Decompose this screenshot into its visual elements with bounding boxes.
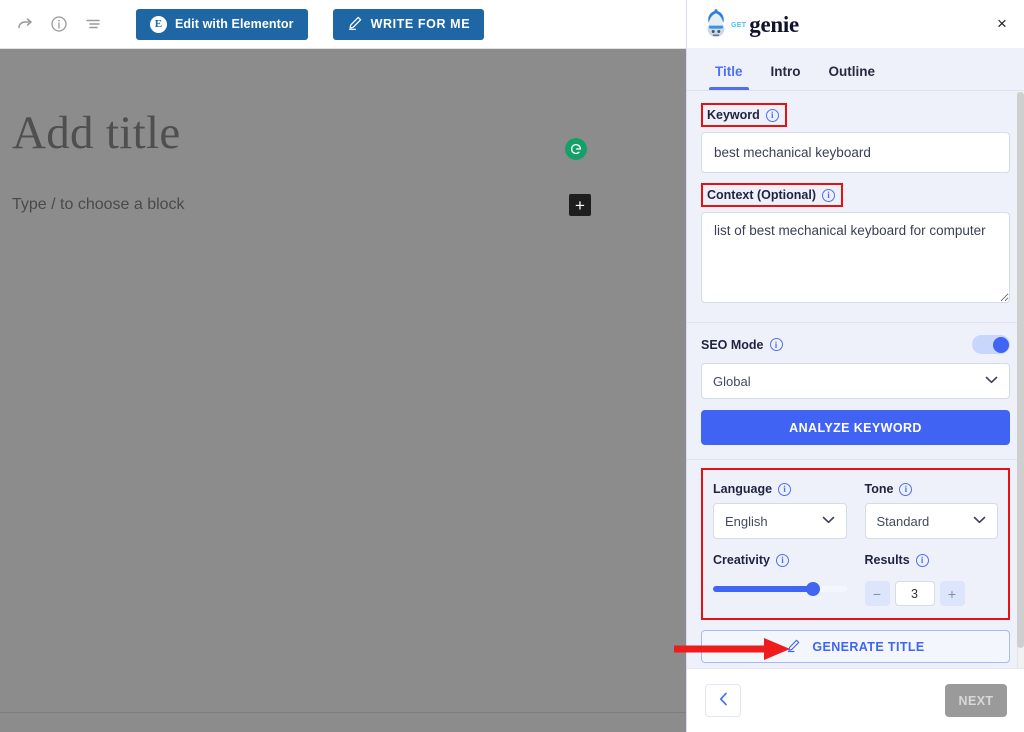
creativity-label-text: Creativity xyxy=(713,553,770,567)
close-icon[interactable]: × xyxy=(992,14,1012,34)
panel-scrollbar[interactable] xyxy=(1017,92,1024,668)
results-label-text: Results xyxy=(864,553,910,567)
redo-arrow-icon[interactable] xyxy=(8,7,42,41)
seo-country-value: Global xyxy=(713,373,751,389)
creativity-slider-fill xyxy=(713,586,814,592)
panel-footer: NEXT xyxy=(687,668,1024,732)
creativity-slider[interactable] xyxy=(713,582,847,596)
info-icon[interactable]: i xyxy=(765,108,779,122)
getgenie-panel: GET genie × Title Intro Outline Keyword … xyxy=(686,0,1024,732)
seo-mode-label: SEO Mode i xyxy=(701,338,783,352)
keyword-label: Keyword i xyxy=(707,108,779,122)
edit-with-elementor-button[interactable]: E Edit with Elementor xyxy=(136,8,308,40)
plus-icon: + xyxy=(575,195,585,215)
editor-canvas[interactable]: Add title Type / to choose a block + xyxy=(0,49,686,712)
tab-outline[interactable]: Outline xyxy=(815,64,890,90)
chevron-down-icon xyxy=(985,376,998,387)
genie-mascot-icon xyxy=(703,9,729,39)
language-field: Language i English xyxy=(713,480,847,539)
tone-label-text: Tone xyxy=(864,482,894,496)
info-icon[interactable]: i xyxy=(915,553,929,567)
next-button[interactable]: NEXT xyxy=(945,684,1007,717)
seo-country-select[interactable]: Global xyxy=(701,363,1010,399)
language-label: Language i xyxy=(713,482,792,496)
creativity-label: Creativity i xyxy=(713,553,789,567)
back-button[interactable] xyxy=(705,684,741,717)
getgenie-logo[interactable]: GET genie xyxy=(703,9,799,39)
info-icon[interactable]: i xyxy=(899,482,913,496)
tab-intro[interactable]: Intro xyxy=(757,64,815,90)
panel-tabs: Title Intro Outline xyxy=(687,48,1024,91)
results-decrement-button[interactable]: − xyxy=(864,581,890,606)
logo-genie-text: genie xyxy=(749,11,799,37)
creativity-slider-thumb[interactable] xyxy=(806,582,821,596)
creativity-field: Creativity i xyxy=(713,551,847,606)
document-outline-icon[interactable] xyxy=(76,7,110,41)
context-textarea[interactable] xyxy=(701,212,1010,303)
chevron-down-icon xyxy=(973,516,986,527)
seo-mode-label-text: SEO Mode xyxy=(701,337,764,352)
keyword-input[interactable] xyxy=(701,132,1010,173)
info-icon[interactable]: i xyxy=(769,338,783,351)
grammarly-g-icon[interactable] xyxy=(565,138,587,160)
tone-label: Tone i xyxy=(865,482,913,496)
panel-scrollbar-thumb[interactable] xyxy=(1017,92,1024,648)
info-icon[interactable]: i xyxy=(775,553,789,567)
keyword-label-annotation: Keyword i xyxy=(701,103,787,127)
options-annotation-box: Language i English Tone i Standard Creat… xyxy=(701,468,1010,620)
results-label: Results i xyxy=(865,553,929,567)
write-for-me-button[interactable]: WRITE FOR ME xyxy=(332,8,485,40)
keyword-label-text: Keyword xyxy=(707,108,760,122)
panel-header: GET genie × xyxy=(687,0,1024,48)
edit-with-elementor-label: Edit with Elementor xyxy=(175,17,294,31)
analyze-keyword-button[interactable]: ANALYZE KEYWORD xyxy=(701,410,1010,445)
editor-bottom-bar xyxy=(0,712,686,732)
tone-select[interactable]: Standard xyxy=(864,503,998,539)
tone-value: Standard xyxy=(876,513,930,529)
keyword-context-section: Keyword i Context (Optional) i xyxy=(687,91,1024,322)
seo-mode-toggle[interactable] xyxy=(972,335,1010,354)
language-select[interactable]: English xyxy=(713,503,847,539)
logo-get-text: GET xyxy=(731,21,747,29)
pencil-icon xyxy=(347,15,363,34)
editor-toolbar: E Edit with Elementor WRITE FOR ME xyxy=(0,0,686,49)
language-label-text: Language xyxy=(713,482,773,496)
elementor-logo-icon: E xyxy=(150,15,167,33)
language-value: English xyxy=(725,513,768,529)
chevron-left-icon xyxy=(719,692,728,710)
write-for-me-label: WRITE FOR ME xyxy=(370,17,471,31)
results-field: Results i − + xyxy=(864,551,999,606)
info-icon[interactable]: i xyxy=(778,482,792,496)
generate-section: GENERATE TITLE xyxy=(687,620,1024,663)
chevron-down-icon xyxy=(822,516,835,527)
results-value-input[interactable] xyxy=(894,581,935,606)
wordpress-editor-pane: E Edit with Elementor WRITE FOR ME Add t… xyxy=(0,0,686,732)
post-title-placeholder[interactable]: Add title xyxy=(12,110,181,157)
screen-root: E Edit with Elementor WRITE FOR ME Add t… xyxy=(0,0,1024,732)
context-label-text: Context (Optional) xyxy=(707,188,817,202)
tab-title[interactable]: Title xyxy=(701,64,757,90)
generate-title-button[interactable]: GENERATE TITLE xyxy=(701,630,1010,663)
context-label: Context (Optional) i xyxy=(707,188,836,202)
block-placeholder-text[interactable]: Type / to choose a block xyxy=(12,196,185,214)
info-icon[interactable]: i xyxy=(822,188,836,202)
tone-field: Tone i Standard xyxy=(864,480,998,539)
results-increment-button[interactable]: + xyxy=(939,581,965,606)
results-stepper: − + xyxy=(864,581,999,606)
info-circle-icon[interactable] xyxy=(42,7,76,41)
context-label-annotation: Context (Optional) i xyxy=(701,183,844,207)
pencil-icon xyxy=(786,638,801,656)
options-section: Language i English Tone i Standard Creat… xyxy=(687,460,1024,620)
add-block-button[interactable]: + xyxy=(569,194,591,216)
generate-title-label: GENERATE TITLE xyxy=(812,639,925,654)
seo-mode-section: SEO Mode i Global ANALYZE KEYWORD xyxy=(687,323,1024,459)
